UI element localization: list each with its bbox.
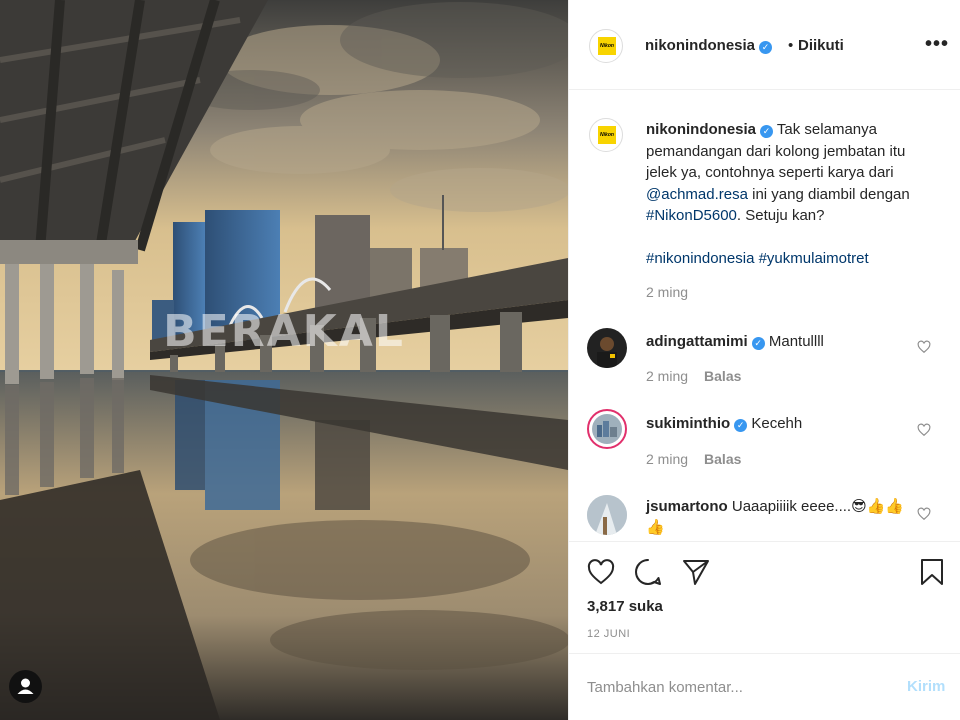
verified-badge-icon: ✓ [760, 125, 774, 138]
photo-scene [0, 0, 568, 720]
hashtag-link[interactable]: #NikonD5600 [646, 207, 737, 224]
caption-username[interactable]: nikonindonesia [646, 121, 756, 138]
comment-username[interactable]: jsumartono [646, 498, 728, 515]
verified-badge-icon: ✓ [751, 337, 765, 350]
comment-item: adingattamimi ✓ Mantullll [646, 331, 916, 352]
comment-username[interactable]: sukiminthio [646, 415, 730, 432]
comment-username[interactable]: adingattamimi [646, 333, 748, 350]
send-comment-button[interactable]: Kirim [907, 678, 945, 695]
hashtag-link[interactable]: #yukmulaimotret [759, 250, 869, 267]
share-send-icon[interactable] [681, 557, 711, 587]
post-caption: nikonindonesia ✓ Tak selamanya pemandanga… [646, 119, 936, 270]
avatar-image [592, 414, 622, 444]
avatar-image [597, 337, 617, 368]
post-actions: 3,817 suka 12 JUNI [569, 541, 960, 653]
comment-item: sukiminthio ✓ Kecehh [646, 413, 916, 434]
comment-item: jsumartono Uaaapiiiik eeee....😎👍👍👍 [646, 496, 916, 538]
nikon-logo: Nikon [598, 126, 616, 144]
like-comment-heart-icon[interactable] [917, 340, 931, 354]
header-separator: • [788, 37, 794, 54]
reply-button[interactable]: Balas [704, 451, 741, 467]
post-photo[interactable]: BERAKAL [0, 0, 568, 720]
caption-text-2: ini yang diambil dengan [752, 185, 910, 203]
like-comment-heart-icon[interactable] [917, 423, 931, 437]
follow-status-button[interactable]: Diikuti [798, 37, 844, 54]
comment-text: Mantullll [768, 333, 824, 350]
post-side-panel: Nikon nikonindonesia ✓ • Diikuti ••• Niko… [568, 0, 960, 720]
commenter-avatar-story[interactable] [587, 409, 627, 449]
author-username[interactable]: nikonindonesia ✓ [645, 37, 773, 54]
like-heart-icon[interactable] [586, 557, 616, 587]
add-comment-bar: Kirim [569, 653, 960, 720]
save-bookmark-icon[interactable] [917, 557, 947, 587]
nikon-logo: Nikon [598, 37, 616, 55]
commenter-avatar[interactable] [587, 495, 627, 535]
like-comment-heart-icon[interactable] [917, 507, 931, 521]
user-tag-icon [17, 678, 34, 694]
likes-count[interactable]: 3,817 suka [587, 598, 663, 615]
commenter-avatar[interactable] [587, 328, 627, 368]
hashtag-link[interactable]: #nikonindonesia [646, 250, 754, 267]
comment-time[interactable]: 2 ming [646, 451, 688, 467]
comments-list[interactable]: Nikon nikonindonesia ✓ Tak selamanya pema… [569, 91, 960, 540]
post-header: Nikon nikonindonesia ✓ • Diikuti ••• [569, 0, 960, 90]
caption-time[interactable]: 2 ming [646, 284, 688, 300]
caption-text-3: . Setuju kan? [736, 207, 825, 224]
comment-input[interactable] [587, 674, 887, 700]
comment-bubble-icon[interactable] [633, 557, 663, 587]
user-tag-button[interactable] [9, 670, 42, 703]
comment-time[interactable]: 2 ming [646, 368, 688, 384]
avatar-image [587, 495, 627, 535]
post-date[interactable]: 12 JUNI [587, 628, 630, 640]
author-avatar[interactable]: Nikon [589, 29, 623, 63]
reply-button[interactable]: Balas [704, 368, 741, 384]
comment-meta: 2 ming Balas [646, 368, 741, 384]
watermark: BERAKAL [163, 306, 405, 357]
caption-avatar[interactable]: Nikon [589, 118, 623, 152]
verified-badge-icon: ✓ [759, 41, 773, 54]
comment-meta: 2 ming Balas [646, 451, 741, 467]
more-options-icon[interactable]: ••• [925, 33, 949, 56]
comment-text: Kecehh [751, 415, 803, 432]
verified-badge-icon: ✓ [734, 419, 748, 432]
mention-link[interactable]: @achmad.resa [646, 186, 748, 203]
